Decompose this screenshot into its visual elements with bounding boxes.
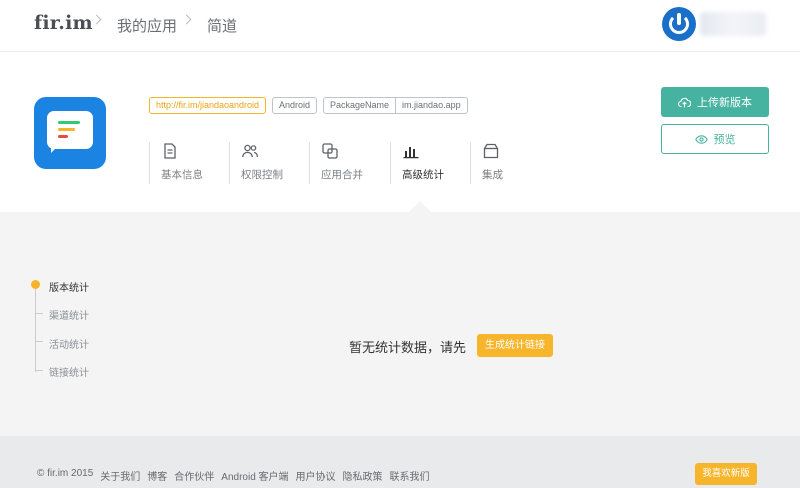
eye-icon bbox=[694, 134, 708, 144]
stats-content-area bbox=[0, 212, 800, 436]
tab-label: 权限控制 bbox=[241, 169, 283, 181]
bar-chart-icon bbox=[403, 147, 419, 159]
breadcrumb-current-app: 简道 bbox=[207, 18, 238, 35]
footer-link-android-client[interactable]: Android 客户端 bbox=[221, 468, 288, 483]
footer-links: © fir.im 2015 关于我们 博客 合作伙伴 Android 客户端 用… bbox=[37, 468, 430, 483]
package-label: PackageName bbox=[330, 100, 390, 110]
app-url-tag[interactable]: http://fir.im/jiandaoandroid bbox=[149, 97, 267, 114]
footer-link-blog[interactable]: 博客 bbox=[147, 468, 167, 483]
tab-app-merge[interactable]: 应用合并 bbox=[309, 142, 363, 184]
footer-link-privacy[interactable]: 隐私政策 bbox=[343, 468, 383, 483]
package-tag: PackageName im.jiandao.app bbox=[323, 97, 468, 114]
box-icon bbox=[483, 143, 499, 159]
active-dot-icon bbox=[31, 280, 40, 289]
empty-state-message: 暂无统计数据，请先 bbox=[349, 340, 467, 355]
stats-nav-activity[interactable]: 活动统计 bbox=[49, 336, 89, 351]
copyright-text: © fir.im 2015 bbox=[37, 468, 94, 479]
upload-label: 上传新版本 bbox=[697, 97, 752, 109]
avatar[interactable] bbox=[662, 7, 696, 41]
tab-label: 基本信息 bbox=[161, 169, 203, 181]
tab-integration[interactable]: 集成 bbox=[470, 142, 503, 184]
tab-advanced-stats[interactable]: 高级统计 bbox=[390, 142, 444, 184]
username-blurred[interactable] bbox=[700, 12, 766, 36]
stats-nav-channel[interactable]: 渠道统计 bbox=[49, 307, 89, 322]
site-logo[interactable]: fir.im bbox=[34, 12, 93, 34]
merge-icon bbox=[322, 143, 338, 159]
breadcrumb-my-apps[interactable]: 我的应用 bbox=[117, 15, 177, 36]
cloud-upload-icon bbox=[678, 97, 691, 107]
generate-stats-link-button[interactable]: 生成统计链接 bbox=[477, 334, 553, 357]
footer-link-contact[interactable]: 联系我们 bbox=[390, 468, 430, 483]
tab-label: 应用合并 bbox=[321, 169, 363, 181]
tab-permissions[interactable]: 权限控制 bbox=[229, 142, 283, 184]
tab-label: 集成 bbox=[482, 169, 503, 181]
footer-link-terms[interactable]: 用户协议 bbox=[296, 468, 336, 483]
preview-button[interactable]: 预览 bbox=[661, 124, 769, 154]
upload-new-version-button[interactable]: 上传新版本 bbox=[661, 87, 769, 117]
users-icon bbox=[242, 144, 258, 158]
tab-basic-info[interactable]: 基本信息 bbox=[149, 142, 203, 184]
platform-tag: Android bbox=[272, 97, 318, 114]
like-new-version-button[interactable]: 我喜欢新版 bbox=[695, 463, 757, 485]
app-icon bbox=[34, 97, 106, 169]
preview-label: 预览 bbox=[713, 134, 736, 146]
active-tab-pointer bbox=[409, 201, 431, 212]
footer-link-partners[interactable]: 合作伙伴 bbox=[174, 468, 214, 483]
stats-nav-version[interactable]: 版本统计 bbox=[49, 279, 89, 294]
stats-nav-link[interactable]: 链接统计 bbox=[49, 364, 89, 379]
document-icon bbox=[164, 143, 176, 159]
package-name: im.jiandao.app bbox=[395, 98, 467, 113]
tab-label: 高级统计 bbox=[402, 169, 444, 181]
stats-nav-timeline bbox=[35, 288, 36, 372]
footer-link-about[interactable]: 关于我们 bbox=[100, 468, 140, 483]
